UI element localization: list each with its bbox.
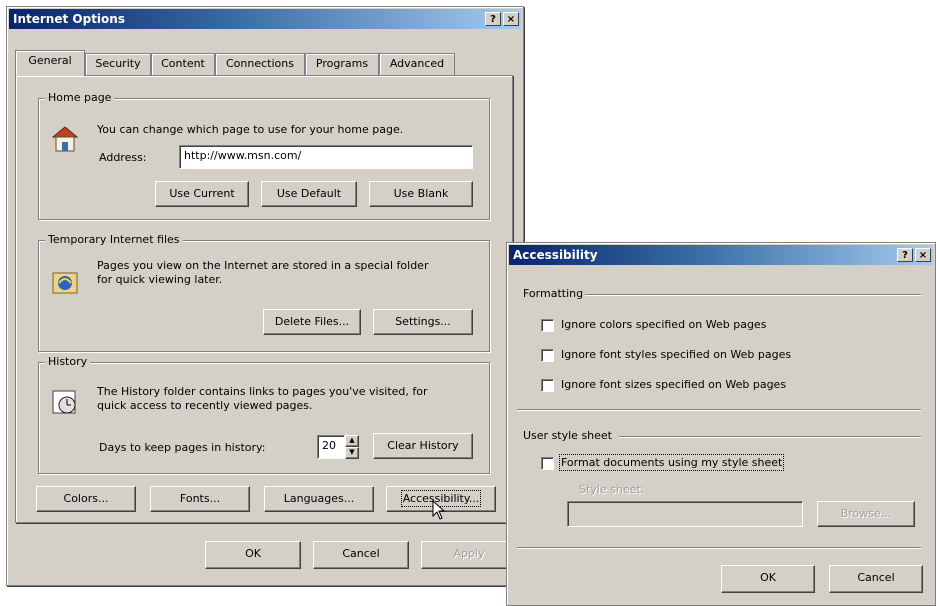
tab-connections[interactable]: Connections xyxy=(215,53,305,75)
accessibility-window: Accessibility ? × Formatting Ignore colo… xyxy=(506,242,936,606)
formatting-legend: Formatting xyxy=(523,287,584,300)
ok-button[interactable]: OK xyxy=(205,541,301,569)
mouse-cursor-icon xyxy=(432,500,446,520)
user-style-sheet-separator xyxy=(619,436,921,438)
browse-button[interactable]: Browse... xyxy=(817,501,915,527)
address-input[interactable]: http://www.msn.com/ xyxy=(179,145,473,169)
use-blank-button[interactable]: Use Blank xyxy=(369,181,473,207)
accessibility-ok-button[interactable]: OK xyxy=(721,565,815,593)
colors-button[interactable]: Colors... xyxy=(36,486,136,512)
delete-files-button[interactable]: Delete Files... xyxy=(263,309,361,335)
tab-programs[interactable]: Programs xyxy=(305,53,379,75)
general-tab-pane: Home page You can change which page to u… xyxy=(15,75,513,523)
help-button[interactable]: ? xyxy=(485,12,501,26)
ignore-font-sizes-label[interactable]: Ignore font sizes specified on Web pages xyxy=(561,378,786,391)
history-legend: History xyxy=(45,355,91,368)
days-spinner[interactable]: ▲ ▼ xyxy=(345,435,359,459)
style-sheet-label: Style sheet: xyxy=(579,483,645,496)
home-page-description: You can change which page to use for you… xyxy=(97,123,404,136)
history-icon xyxy=(52,390,76,414)
temp-files-description-line1: Pages you view on the Internet are store… xyxy=(97,259,429,272)
languages-button[interactable]: Languages... xyxy=(264,486,374,512)
temp-files-group: Temporary Internet files Pages you view … xyxy=(38,233,490,352)
clear-history-button[interactable]: Clear History xyxy=(373,433,473,459)
address-label: Address: xyxy=(99,151,147,164)
accessibility-titlebar[interactable]: Accessibility ? × xyxy=(509,245,933,265)
settings-button[interactable]: Settings... xyxy=(373,309,473,335)
home-page-group: Home page You can change which page to u… xyxy=(38,91,490,220)
temp-files-icon xyxy=(52,272,78,294)
spin-up-icon[interactable]: ▲ xyxy=(345,435,359,447)
days-to-keep-input[interactable]: 20 xyxy=(317,435,345,459)
fonts-button[interactable]: Fonts... xyxy=(150,486,250,512)
use-current-button[interactable]: Use Current xyxy=(155,181,249,207)
cancel-button[interactable]: Cancel xyxy=(313,541,409,569)
home-page-legend: Home page xyxy=(45,91,115,104)
format-documents-checkbox[interactable] xyxy=(541,457,554,470)
spin-down-icon[interactable]: ▼ xyxy=(345,447,359,459)
accessibility-close-button[interactable]: × xyxy=(915,248,931,262)
bottom-separator xyxy=(517,547,921,549)
ignore-colors-label[interactable]: Ignore colors specified on Web pages xyxy=(561,318,766,331)
history-description-line1: The History folder contains links to pag… xyxy=(97,385,428,398)
tab-general[interactable]: General xyxy=(15,50,85,76)
tab-security[interactable]: Security xyxy=(85,53,151,75)
accessibility-title: Accessibility xyxy=(513,248,598,262)
ignore-font-styles-label[interactable]: Ignore font styles specified on Web page… xyxy=(561,348,791,361)
history-description-line2: quick access to recently viewed pages. xyxy=(97,399,313,412)
history-group: History The History folder contains link… xyxy=(38,355,490,474)
formatting-separator xyxy=(585,294,921,296)
home-page-icon xyxy=(51,126,79,152)
close-button[interactable]: × xyxy=(503,12,519,26)
ignore-font-sizes-checkbox[interactable] xyxy=(541,379,554,392)
tab-content[interactable]: Content xyxy=(151,53,215,75)
use-default-button[interactable]: Use Default xyxy=(261,181,357,207)
temp-files-description-line2: for quick viewing later. xyxy=(97,273,223,286)
tab-advanced[interactable]: Advanced xyxy=(379,53,455,75)
accessibility-help-button[interactable]: ? xyxy=(897,248,913,262)
window-title: Internet Options xyxy=(13,12,125,26)
ignore-font-styles-checkbox[interactable] xyxy=(541,349,554,362)
internet-options-window: Internet Options ? × General Security Co… xyxy=(6,6,524,586)
section-separator xyxy=(517,409,921,411)
style-sheet-input xyxy=(567,501,803,527)
internet-options-titlebar[interactable]: Internet Options ? × xyxy=(9,9,521,29)
apply-button[interactable]: Apply xyxy=(421,541,517,569)
accessibility-cancel-button[interactable]: Cancel xyxy=(829,565,923,593)
temp-files-legend: Temporary Internet files xyxy=(45,233,183,246)
format-documents-label[interactable]: Format documents using my style sheet xyxy=(558,454,785,471)
days-to-keep-label: Days to keep pages in history: xyxy=(99,441,266,454)
user-style-sheet-legend: User style sheet xyxy=(523,429,612,442)
ignore-colors-checkbox[interactable] xyxy=(541,319,554,332)
